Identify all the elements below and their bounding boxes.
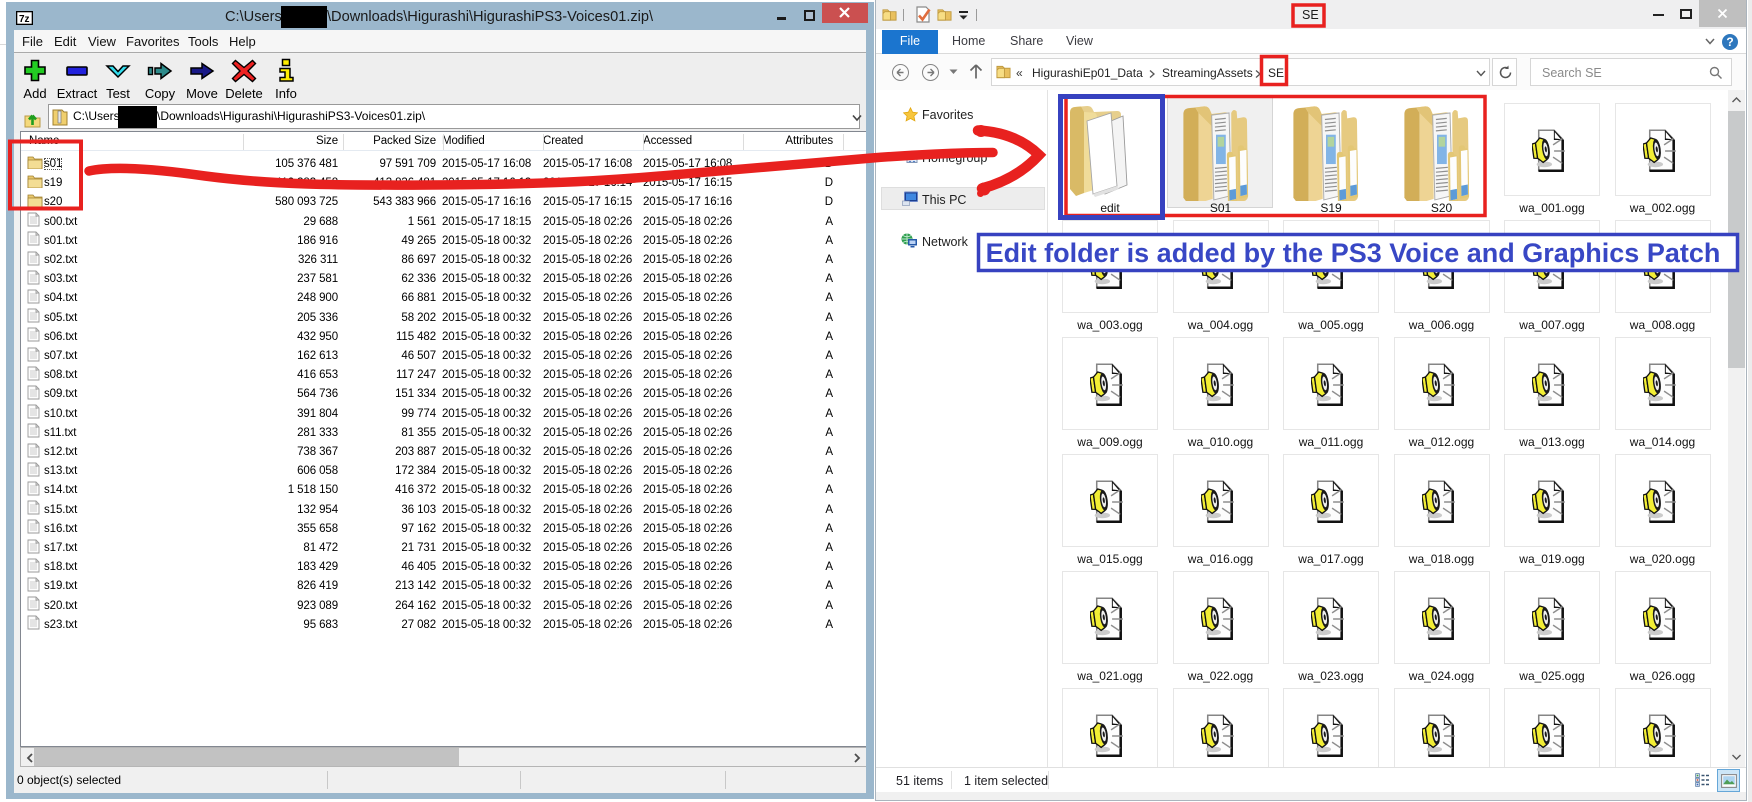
- svg-text:7z: 7z: [19, 14, 30, 25]
